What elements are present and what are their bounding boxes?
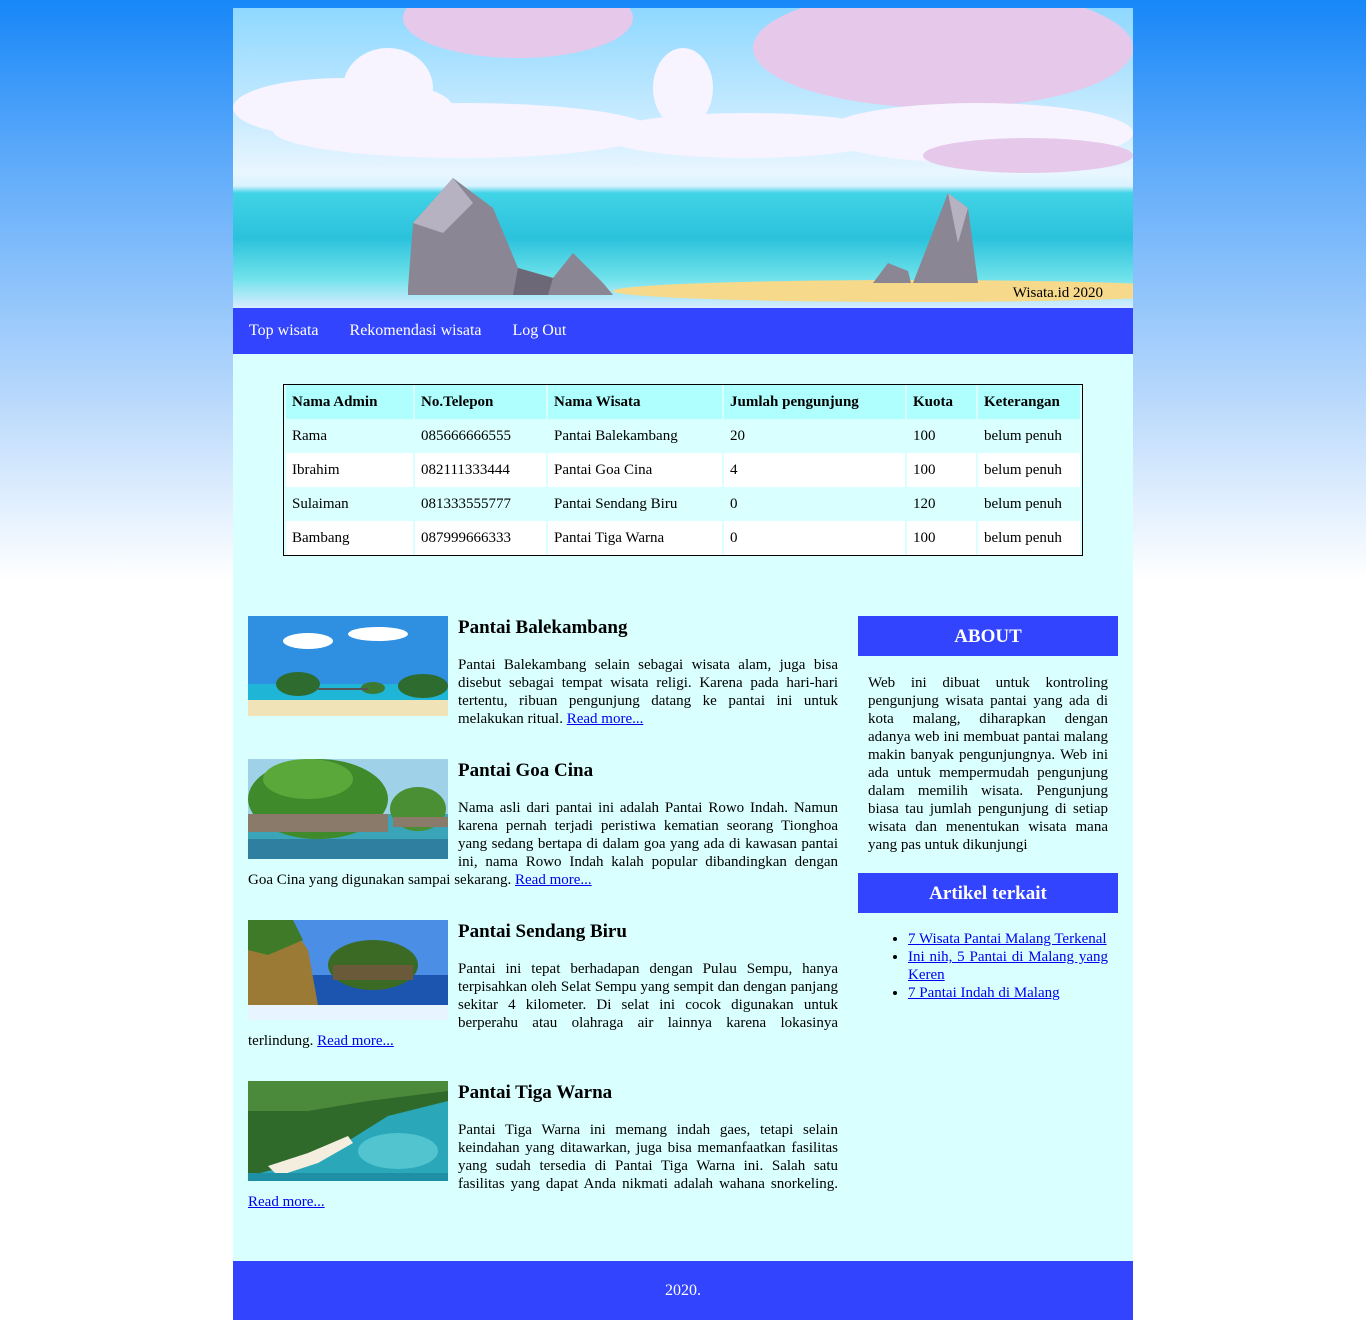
column-header: Kuota (907, 385, 976, 419)
table-cell: 0 (724, 487, 905, 521)
read-more-link[interactable]: Read more... (248, 1194, 325, 1210)
table-cell: Rama (286, 419, 413, 453)
read-more-link[interactable]: Read more... (515, 872, 592, 888)
list-item: Ini nih, 5 Pantai di Malang yang Keren (908, 948, 1108, 984)
table-cell: 085666666555 (415, 419, 546, 453)
sidebar: ABOUT Web ini dibuat untuk kontroling pe… (858, 616, 1118, 1002)
footer: 2020. (233, 1261, 1133, 1320)
balekambang-photo (248, 616, 448, 716)
table-header-row: Nama Admin No.Telepon Nama Wisata Jumlah… (286, 385, 1080, 419)
table-cell: Pantai Sendang Biru (548, 487, 722, 521)
about-heading: ABOUT (858, 616, 1118, 656)
article-body: Pantai Tiga Warna ini memang indah gaes,… (458, 1122, 838, 1192)
list-item: 7 Wisata Pantai Malang Terkenal (908, 930, 1108, 948)
table-row: Rama 085666666555 Pantai Balekambang 20 … (286, 419, 1080, 453)
goa-cina-photo (248, 759, 448, 859)
header-caption: Wisata.id 2020 (1012, 285, 1103, 301)
table-cell: belum penuh (978, 419, 1080, 453)
article-list: Pantai Balekambang Pantai Balekambang se… (248, 616, 838, 1242)
table-row: Bambang 087999666333 Pantai Tiga Warna 0… (286, 521, 1080, 555)
sendang-biru-photo (248, 920, 448, 1020)
related-links-list: 7 Wisata Pantai Malang Terkenal Ini nih,… (868, 930, 1108, 1002)
nav-rekomendasi-wisata[interactable]: Rekomendasi wisata (350, 322, 482, 340)
article-item: Pantai Balekambang Pantai Balekambang se… (248, 616, 838, 728)
column-header: Keterangan (978, 385, 1080, 419)
table-cell: Pantai Tiga Warna (548, 521, 722, 555)
column-header: Jumlah pengunjung (724, 385, 905, 419)
admin-table: Nama Admin No.Telepon Nama Wisata Jumlah… (283, 384, 1083, 556)
related-link[interactable]: 7 Pantai Indah di Malang (908, 985, 1060, 1001)
table-cell: Bambang (286, 521, 413, 555)
table-cell: Ibrahim (286, 453, 413, 487)
header-banner: Wisata.id 2020 (233, 8, 1133, 308)
article-body: Pantai Balekambang selain sebagai wisata… (458, 657, 838, 727)
article-item: Pantai Tiga Warna Pantai Tiga Warna ini … (248, 1081, 838, 1211)
table-cell: 081333555777 (415, 487, 546, 521)
table-row: Sulaiman 081333555777 Pantai Sendang Bir… (286, 487, 1080, 521)
table-cell: 120 (907, 487, 976, 521)
related-link[interactable]: 7 Wisata Pantai Malang Terkenal (908, 931, 1107, 947)
read-more-link[interactable]: Read more... (317, 1033, 394, 1049)
nav-top-wisata[interactable]: Top wisata (249, 322, 319, 340)
table-cell: belum penuh (978, 487, 1080, 521)
article-item: Pantai Goa Cina Nama asli dari pantai in… (248, 759, 838, 889)
table-row: Ibrahim 082111333444 Pantai Goa Cina 4 1… (286, 453, 1080, 487)
table-cell: belum penuh (978, 453, 1080, 487)
list-item: 7 Pantai Indah di Malang (908, 984, 1108, 1002)
table-cell: Pantai Goa Cina (548, 453, 722, 487)
table-cell: Pantai Balekambang (548, 419, 722, 453)
table-cell: belum penuh (978, 521, 1080, 555)
table-cell: 4 (724, 453, 905, 487)
article-item: Pantai Sendang Biru Pantai ini tepat ber… (248, 920, 838, 1050)
table-cell: 100 (907, 419, 976, 453)
nav-log-out[interactable]: Log Out (513, 322, 567, 340)
related-link[interactable]: Ini nih, 5 Pantai di Malang yang Keren (908, 949, 1108, 983)
column-header: Nama Admin (286, 385, 413, 419)
top-nav: Top wisata Rekomendasi wisata Log Out (233, 308, 1133, 354)
column-header: No.Telepon (415, 385, 546, 419)
read-more-link[interactable]: Read more... (567, 711, 644, 727)
main-content: Nama Admin No.Telepon Nama Wisata Jumlah… (233, 354, 1133, 1261)
table-cell: 087999666333 (415, 521, 546, 555)
table-cell: Sulaiman (286, 487, 413, 521)
column-header: Nama Wisata (548, 385, 722, 419)
table-cell: 082111333444 (415, 453, 546, 487)
table-cell: 0 (724, 521, 905, 555)
table-cell: 100 (907, 453, 976, 487)
table-cell: 20 (724, 419, 905, 453)
table-cell: 100 (907, 521, 976, 555)
related-heading: Artikel terkait (858, 873, 1118, 913)
tiga-warna-photo (248, 1081, 448, 1181)
about-text: Web ini dibuat untuk kontroling pengunju… (868, 675, 1108, 853)
